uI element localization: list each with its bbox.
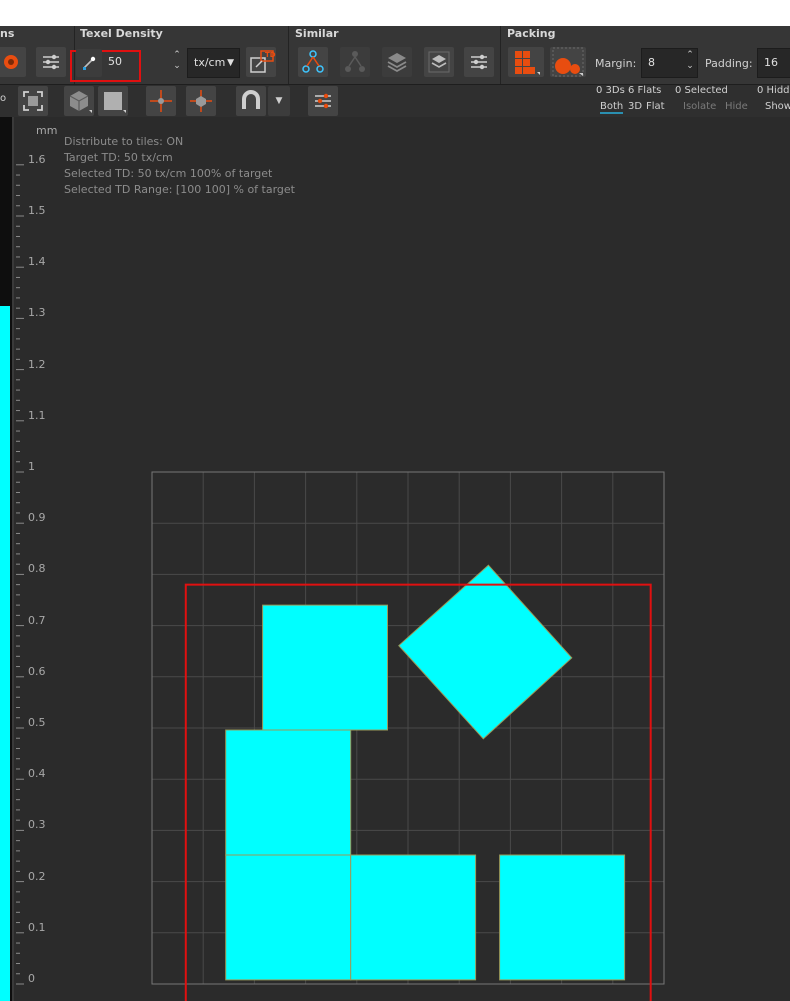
uv-island-square [225,729,352,856]
info-selected-td-range: Selected TD Range: [100 100] % of target [64,183,295,196]
ruler-label: 0 [28,972,35,985]
ruler-unit: mm [36,124,58,137]
uv-island-square [350,854,477,981]
ruler-label: 0.3 [28,818,46,832]
ruler-label: 1 [28,460,35,473]
ruler-label: 0.9 [28,511,46,525]
ruler-label: 0.8 [28,562,46,576]
uv-island-diamond [398,564,573,740]
uv-island-square [262,604,388,731]
info-target-td: Target TD: 50 tx/cm [64,151,173,164]
ruler-label: 0.5 [28,716,46,729]
uv-island-square [225,854,352,981]
ruler-label: 0.7 [28,613,46,627]
ruler-label: 1.6 [28,152,46,166]
ruler-label: 0.2 [28,869,46,883]
info-selected-td: Selected TD: 50 tx/cm 100% of target [64,167,273,180]
ruler-label: 0.1 [28,920,46,934]
ruler-label: 0.6 [28,664,46,678]
ruler-label: 1.1 [28,408,46,422]
ruler-label: 0.4 [28,767,46,781]
ruler-label: 1.4 [28,255,46,269]
uv-island-square [499,854,626,981]
info-distribute-tiles: Distribute to tiles: ON [64,135,184,148]
ruler-label: 1.5 [28,204,46,217]
ruler-label: 1.3 [28,306,46,320]
ruler-label: 1.2 [28,357,46,371]
